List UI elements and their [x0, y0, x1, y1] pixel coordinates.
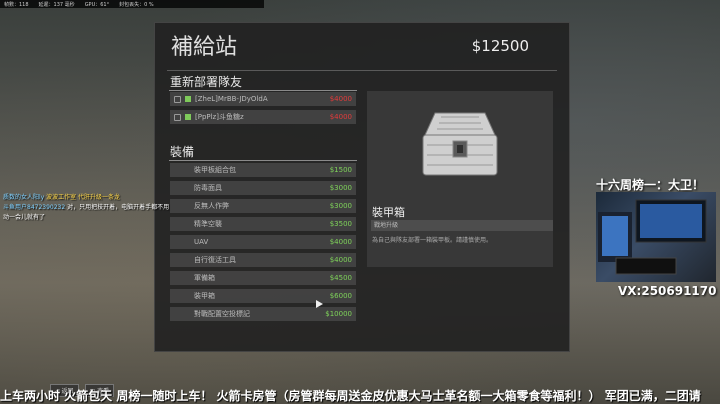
equipment-item[interactable]: 精準空襲 $3500 — [170, 217, 356, 231]
redeploy-section-divider — [169, 90, 357, 91]
player-status-icon — [185, 114, 191, 120]
item-name: 反無人作弊 — [194, 202, 229, 210]
player-price: $4000 — [329, 95, 352, 103]
redeploy-player-row[interactable]: [PpPlz]斗鱼糖z $4000 — [170, 110, 356, 124]
latency-readout: 延遲：137 毫秒 — [38, 1, 75, 8]
player-name: [PpPlz]斗鱼糖z — [195, 113, 244, 121]
stream-caption: 十六周榜一：大卫！ — [596, 178, 705, 192]
page-title: 補給站 — [171, 35, 238, 60]
packet-loss-readout: 封包丟失：0 % — [119, 1, 154, 8]
mouse-cursor-icon — [316, 300, 323, 308]
player-status-icon — [185, 96, 191, 102]
item-price: $4000 — [329, 256, 352, 264]
webcam-overlay — [596, 192, 716, 282]
performance-hud: 幀數：118 延遲：137 毫秒 GPU：61° 封包丟失：0 % — [0, 0, 264, 8]
chat-user: 斗鱼用户8472390232 — [3, 204, 66, 211]
stream-contact: VX:250691170 — [618, 284, 717, 298]
chat-text: 波波工作室 代肝升级一条龙 — [46, 194, 121, 201]
gpu-readout: GPU：61° — [84, 1, 110, 8]
selected-item-category: 戰地升級 — [371, 220, 553, 231]
item-name: 防毒面具 — [194, 184, 222, 192]
item-price: $3000 — [329, 184, 352, 192]
item-price: $10000 — [325, 310, 352, 318]
buy-station-panel: 補給站 $12500 重新部署隊友 [ZheL]MrBB-JDyOldA $40… — [154, 22, 570, 352]
item-name: 自行復活工具 — [194, 256, 236, 264]
selected-item-name: 裝甲箱 — [372, 206, 405, 219]
player-name: [ZheL]MrBB-JDyOldA — [195, 95, 268, 103]
player-price: $4000 — [329, 113, 352, 121]
equipment-item[interactable]: 裝甲板組合包 $1500 — [170, 163, 356, 177]
stream-chat: 质数的女人阳ly 波波工作室 代肝升级一条龙 斗鱼用户8472390232 对，… — [3, 193, 169, 223]
chat-message: 斗鱼用户8472390232 对，只用把技开着，电脑开着手都不用 — [3, 203, 169, 213]
lock-icon — [174, 113, 181, 121]
lock-icon — [174, 95, 181, 103]
item-name: 裝甲板組合包 — [194, 166, 236, 174]
item-price: $3000 — [329, 202, 352, 210]
fps-readout: 幀數：118 — [4, 1, 29, 8]
equipment-item[interactable]: 裝甲箱 $6000 — [170, 289, 356, 303]
armor-box-icon — [422, 112, 498, 176]
chat-text: 对，只用把技开着，电脑开着手都不用 — [67, 204, 170, 211]
stream-ticker: 上车两小时 火箭包天 周榜一随时上车！ 火箭卡房管（房管群每周送金皮优惠大马士革… — [0, 389, 701, 403]
equipment-section-divider — [169, 160, 357, 161]
redeploy-section-title: 重新部署隊友 — [170, 75, 243, 89]
item-name: 裝甲箱 — [194, 292, 215, 300]
webcam-image — [598, 199, 707, 275]
header-divider — [167, 70, 557, 71]
equipment-section-title: 裝備 — [170, 145, 195, 159]
item-price: $6000 — [329, 292, 352, 300]
equipment-item[interactable]: 軍備箱 $4500 — [170, 271, 356, 285]
item-price: $3500 — [329, 220, 352, 228]
cash-balance: $12500 — [471, 37, 529, 55]
equipment-item[interactable]: 反無人作弊 $3000 — [170, 199, 356, 213]
item-name: 精準空襲 — [194, 220, 222, 228]
equipment-item[interactable]: UAV $4000 — [170, 235, 356, 249]
item-name: 對戰配置空投標記 — [194, 310, 250, 318]
item-price: $4000 — [329, 238, 352, 246]
equipment-item[interactable]: 自行復活工具 $4000 — [170, 253, 356, 267]
selected-item-description: 為自己與隊友部署一箱裝甲板。請謹慎使用。 — [372, 237, 493, 244]
chat-message: 动一会儿就有了 — [3, 213, 169, 223]
item-name: UAV — [194, 238, 209, 246]
item-price: $4500 — [329, 274, 352, 282]
chat-user: 质数的女人阳ly — [3, 194, 45, 201]
item-name: 軍備箱 — [194, 274, 215, 282]
chat-text: 动一会儿就有了 — [3, 214, 46, 221]
equipment-item[interactable]: 防毒面具 $3000 — [170, 181, 356, 195]
chat-message: 质数的女人阳ly 波波工作室 代肝升级一条龙 — [3, 193, 169, 203]
equipment-item[interactable]: 對戰配置空投標記 $10000 — [170, 307, 356, 321]
redeploy-player-row[interactable]: [ZheL]MrBB-JDyOldA $4000 — [170, 92, 356, 106]
item-price: $1500 — [329, 166, 352, 174]
